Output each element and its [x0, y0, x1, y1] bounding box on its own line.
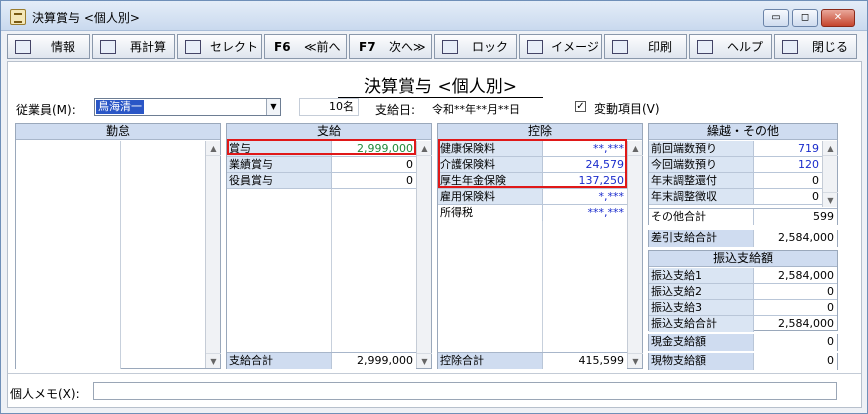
- close-button[interactable]: 閉じる: [774, 34, 857, 59]
- carry-row[interactable]: 年末調整還付 0: [649, 173, 822, 189]
- cash-pay-box: 現金支給額 0: [648, 334, 838, 351]
- scroll-down-icon[interactable]: ▼: [206, 353, 221, 368]
- attendance-header: 勤怠: [16, 124, 220, 140]
- info-button[interactable]: 情報: [7, 34, 90, 59]
- employee-label: 従業員(M):: [16, 103, 76, 117]
- lock-button[interactable]: ロック: [434, 34, 517, 59]
- deduction-total-row: 控除合計 415,599: [438, 352, 627, 369]
- memo-label: 個人メモ(X):: [10, 387, 80, 401]
- title-bar: 決算賞与 <個人別> ▭ ◻ ✕: [1, 1, 867, 31]
- minimize-button[interactable]: ▭: [763, 9, 789, 27]
- app-icon: [10, 9, 26, 25]
- page-title: 決算賞与 <個人別>: [338, 72, 543, 98]
- close-window-button[interactable]: ✕: [821, 9, 855, 27]
- toolbar: 情報 再計算 セレクト F6 ≪前へ F7 次へ≫ ロック イメージ 印刷 ヘルプ …: [7, 34, 862, 59]
- carry-row[interactable]: 今回端数預り 120: [649, 157, 822, 173]
- attendance-scrollbar[interactable]: ▲ ▼: [205, 141, 221, 368]
- carry-row[interactable]: 前回端数預り 719: [649, 141, 822, 157]
- transfer-row[interactable]: 振込支給3 0: [649, 300, 837, 316]
- select-icon: [185, 39, 201, 54]
- printer-icon: [612, 39, 628, 54]
- recalc-button[interactable]: 再計算: [92, 34, 175, 59]
- calculator-icon: [100, 39, 116, 54]
- highlight-box: [227, 139, 416, 155]
- scroll-down-icon[interactable]: ▼: [628, 353, 643, 368]
- image-button[interactable]: イメージ: [519, 34, 602, 59]
- deduction-row[interactable]: 所得税 ***,***: [438, 205, 627, 221]
- carry-scrollbar[interactable]: ▲ ▼: [822, 141, 838, 207]
- net-pay-box: 差引支給合計 2,584,000: [648, 230, 838, 247]
- transfer-header: 振込支給額: [649, 251, 837, 267]
- transfer-row[interactable]: 振込支給2 0: [649, 284, 837, 300]
- lock-icon: [442, 39, 458, 54]
- net-pay-row: 差引支給合計 2,584,000: [649, 230, 837, 247]
- pay-date-label: 支給日:: [375, 103, 416, 117]
- deduction-header: 控除: [438, 124, 642, 140]
- payment-total-row: 支給合計 2,999,000: [227, 352, 416, 369]
- prev-button[interactable]: F6 ≪前へ: [264, 34, 347, 59]
- payment-header: 支給: [227, 124, 431, 140]
- pay-date-value: 令和**年**月**日: [432, 103, 520, 116]
- scroll-up-icon[interactable]: ▲: [823, 141, 838, 156]
- application-window: 決算賞与 <個人別> ▭ ◻ ✕ 情報 再計算 セレクト F6 ≪前へ F7 次へ≫…: [0, 0, 868, 414]
- goods-pay-row: 現物支給額 0: [649, 353, 837, 370]
- carry-row[interactable]: 年末調整徴収 0: [649, 189, 822, 205]
- transfer-total-row: 振込支給合計 2,584,000: [649, 316, 834, 332]
- attendance-name-column: [16, 141, 121, 369]
- carry-header: 繰越・その他: [649, 124, 837, 140]
- window-title: 決算賞与 <個人別>: [32, 11, 140, 25]
- select-button[interactable]: セレクト: [177, 34, 262, 59]
- scroll-up-icon[interactable]: ▲: [417, 141, 432, 156]
- carry-panel: 繰越・その他 前回端数預り 719 今回端数預り 120 年末調整還付 0 年末調整徴…: [648, 123, 838, 225]
- scroll-down-icon[interactable]: ▼: [823, 192, 838, 207]
- variable-items-label[interactable]: 変動項目(V): [594, 100, 660, 117]
- payment-row[interactable]: 役員賞与 0: [227, 173, 416, 189]
- help-button[interactable]: ヘルプ: [689, 34, 772, 59]
- payment-panel: 支給 賞与 2,999,000 業績賞与 0 役員賞与 0 ▲ ▼ 支給合計 2,999,…: [226, 123, 432, 369]
- exit-icon: [782, 39, 798, 54]
- payment-row[interactable]: 業績賞与 0: [227, 157, 416, 173]
- next-button[interactable]: F7 次へ≫: [349, 34, 432, 59]
- info-icon: [15, 39, 31, 54]
- divider: [8, 373, 861, 374]
- memo-field[interactable]: [93, 382, 837, 400]
- maximize-button[interactable]: ◻: [792, 9, 818, 27]
- employee-count: 10名: [299, 98, 359, 116]
- goods-pay-box: 現物支給額 0: [648, 353, 838, 370]
- payment-scrollbar[interactable]: ▲ ▼: [416, 141, 432, 368]
- highlight-box: [438, 139, 627, 188]
- attendance-panel: 勤怠 ▲ ▼: [15, 123, 221, 369]
- employee-value: 鳥海清一: [96, 100, 144, 114]
- scroll-down-icon[interactable]: ▼: [417, 353, 432, 368]
- scroll-up-icon[interactable]: ▲: [206, 141, 221, 156]
- print-button[interactable]: 印刷: [604, 34, 687, 59]
- transfer-row[interactable]: 振込支給1 2,584,000: [649, 268, 837, 284]
- deduction-scrollbar[interactable]: ▲ ▼: [627, 141, 643, 368]
- monitor-icon: [527, 39, 543, 54]
- scroll-up-icon[interactable]: ▲: [628, 141, 643, 156]
- cash-pay-row: 現金支給額 0: [649, 334, 837, 351]
- variable-items-checkbox[interactable]: ✓: [575, 101, 586, 112]
- deduction-row[interactable]: 雇用保険料 *,***: [438, 189, 627, 205]
- employee-select[interactable]: 鳥海清一 ▼: [94, 98, 281, 116]
- chevron-down-icon[interactable]: ▼: [266, 99, 280, 115]
- help-icon: [697, 39, 713, 54]
- transfer-panel: 振込支給額 振込支給1 2,584,000 振込支給2 0 振込支給3 0 振込支給合…: [648, 250, 838, 332]
- other-total-row: その他合計 599: [649, 208, 837, 225]
- main-form: 決算賞与 <個人別> 従業員(M): 鳥海清一 ▼ 10名 支給日: 令和**年…: [7, 61, 862, 408]
